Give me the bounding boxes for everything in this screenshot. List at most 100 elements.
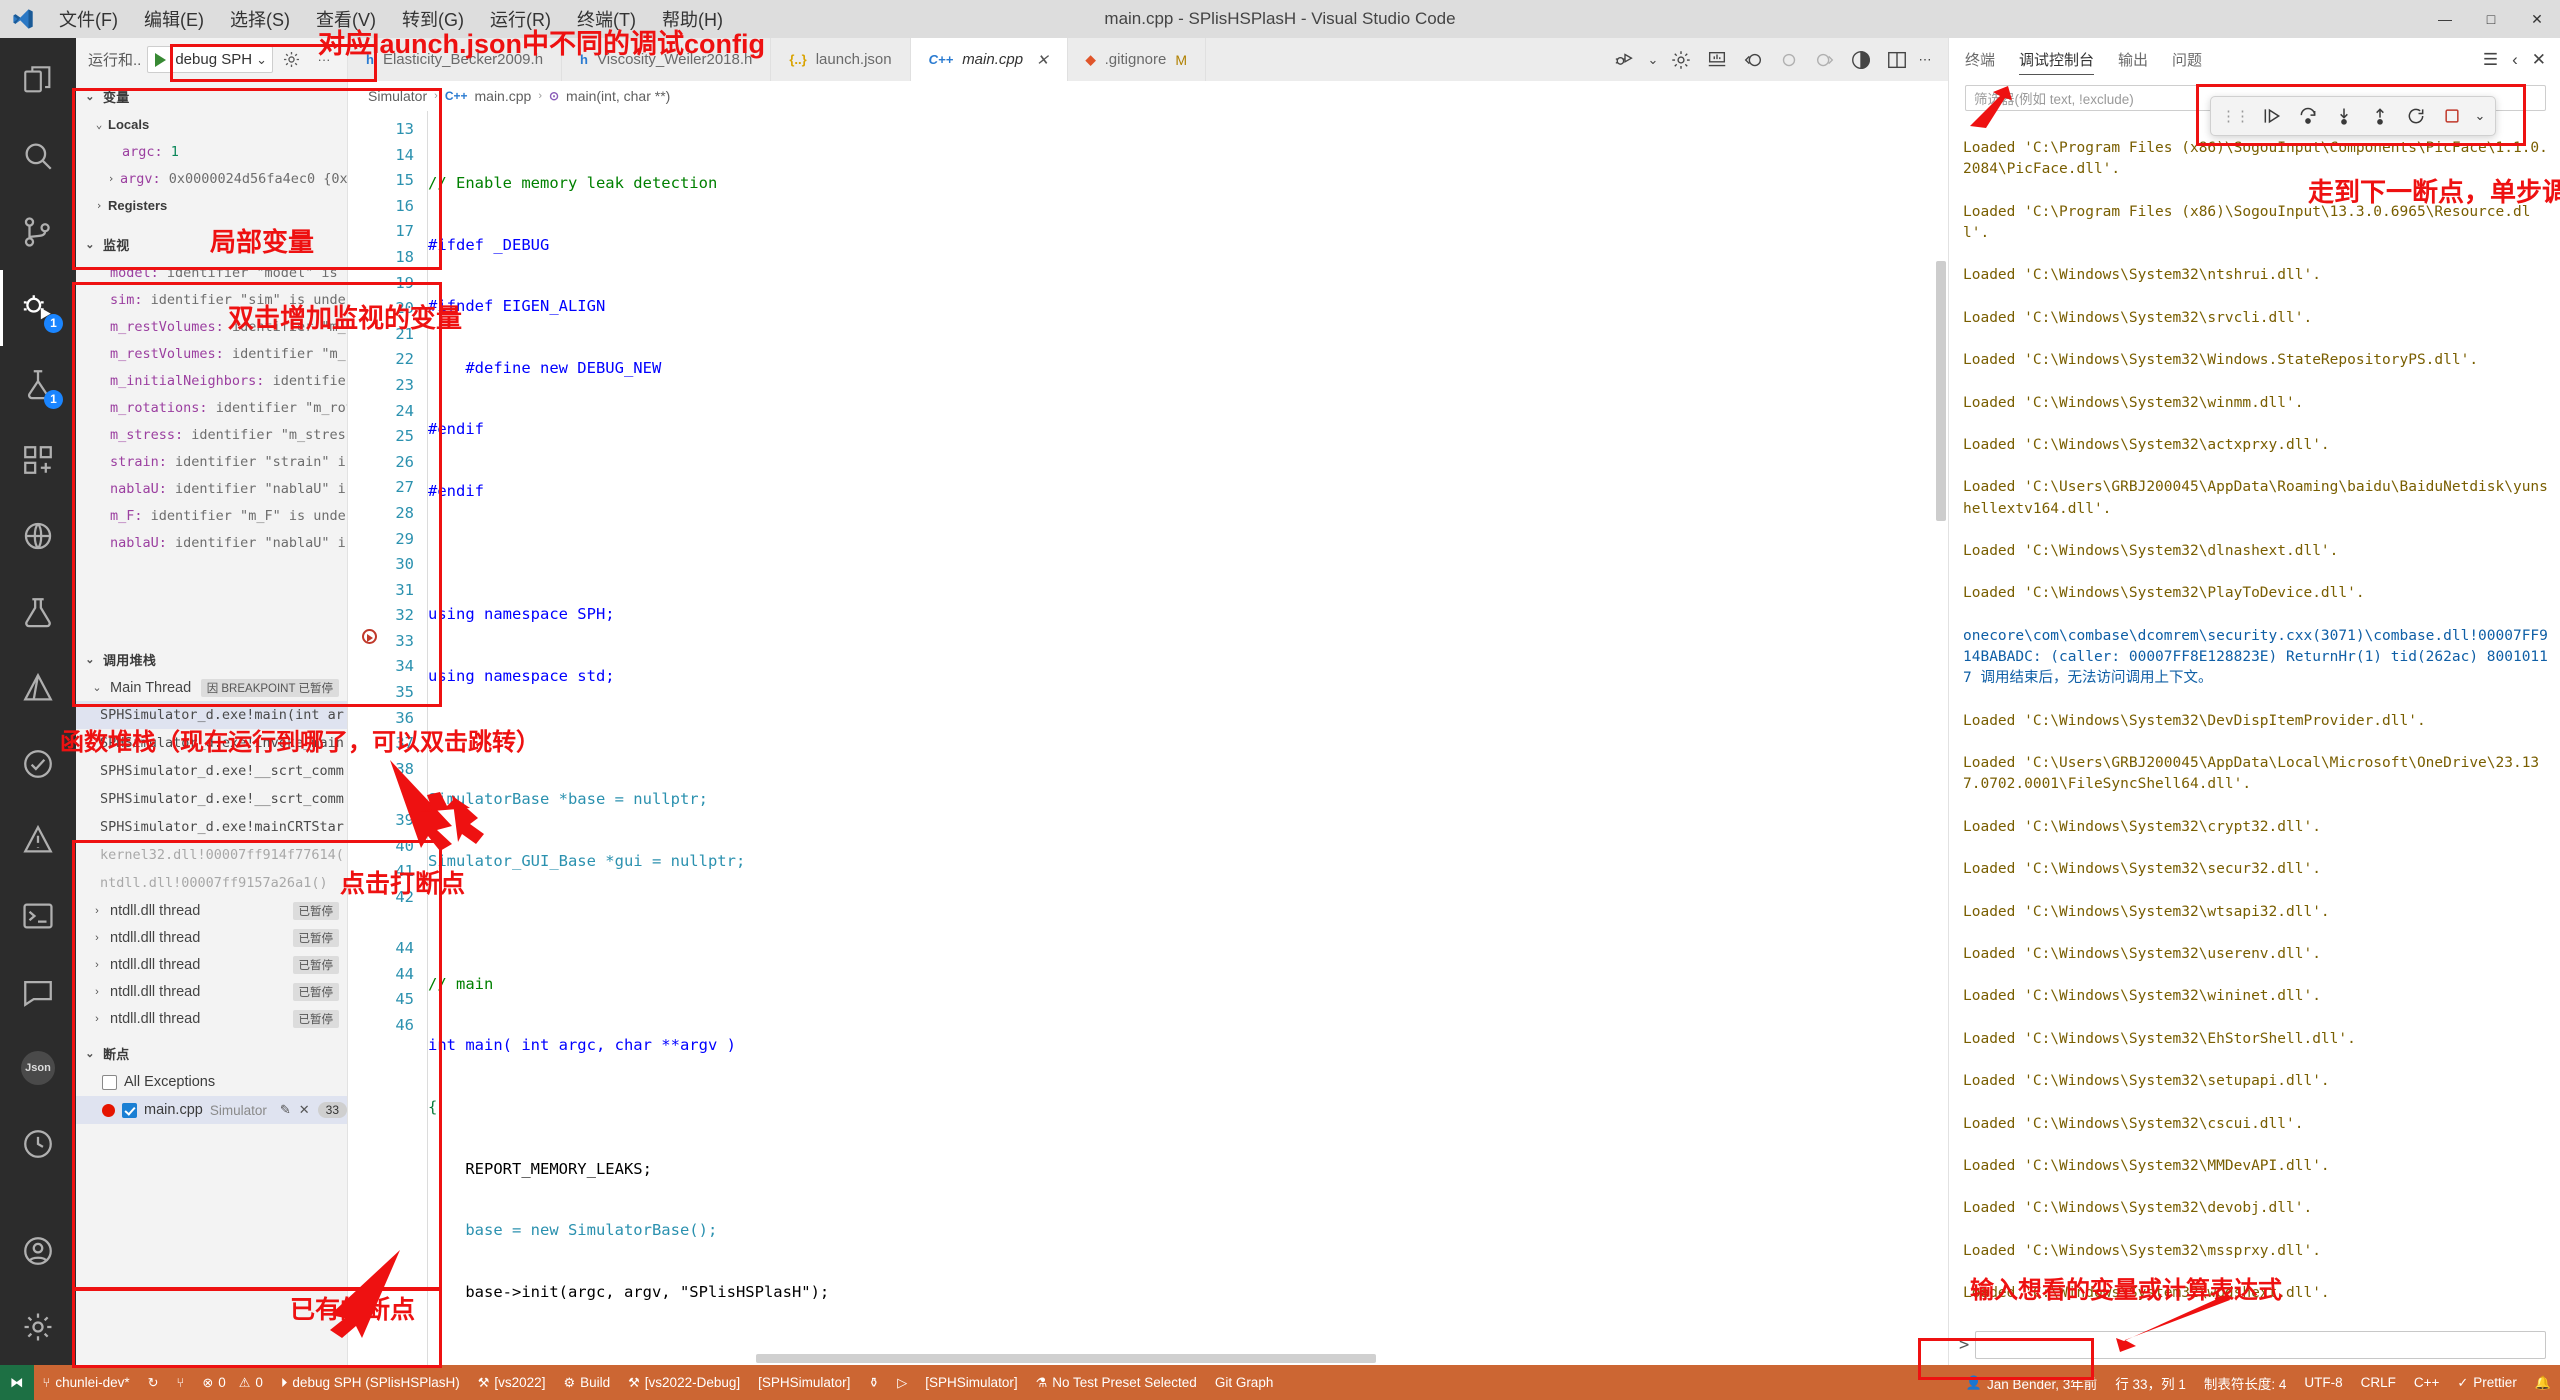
status-test-preset[interactable]: ⚗ No Test Preset Selected xyxy=(1027,1365,1206,1400)
step-out-button[interactable] xyxy=(2363,99,2397,133)
edit-icon[interactable]: ✎ xyxy=(280,1102,291,1118)
breakpoint-item[interactable]: main.cpp Simulator ✎ ✕ 33 xyxy=(76,1096,347,1124)
status-notifications[interactable]: 🔔 xyxy=(2526,1365,2560,1400)
activity-search[interactable] xyxy=(0,118,76,194)
scrollbar-thumb[interactable] xyxy=(756,1354,1376,1363)
activity-source-control[interactable] xyxy=(0,194,76,270)
activity-cmake[interactable] xyxy=(0,650,76,726)
watch-row[interactable]: m_F: identifier "m_F" is undef... xyxy=(76,502,347,529)
chevron-right-icon[interactable]: › xyxy=(88,1013,106,1025)
chevron-right-icon[interactable]: › xyxy=(88,905,106,917)
status-indentation[interactable]: 制表符长度: 4 xyxy=(2195,1365,2296,1400)
maximize-button[interactable]: □ xyxy=(2468,0,2514,38)
editor-vertical-scrollbar[interactable] xyxy=(1934,111,1948,1365)
chevron-down-icon[interactable]: ⌄ xyxy=(82,238,98,251)
run-and-debug-icon[interactable] xyxy=(1608,43,1642,77)
menu-run[interactable]: 运行(R) xyxy=(477,2,564,36)
split-editor-icon[interactable] xyxy=(1880,43,1914,77)
stack-frame[interactable]: SPHSimulator_d.exe!__scrt_comm xyxy=(76,785,347,813)
step-forward-icon[interactable] xyxy=(1808,43,1842,77)
status-debug-target[interactable]: ⚱ xyxy=(859,1365,888,1400)
tab-terminal[interactable]: 终端 xyxy=(1965,38,1995,81)
watch-row[interactable]: m_rotations: identifier "m_rot... xyxy=(76,394,347,421)
watch-row[interactable]: nablaU: identifier "nablaU" is... xyxy=(76,475,347,502)
watch-row[interactable]: m_initialNeighbors: identifier... xyxy=(76,367,347,394)
more-actions-icon[interactable]: ··· xyxy=(311,47,337,73)
debug-console-output[interactable]: Loaded 'C:\Program Files (x86)\SogouInpu… xyxy=(1949,115,2560,1325)
start-debug-icon[interactable] xyxy=(155,52,167,67)
menu-view[interactable]: 查看(V) xyxy=(303,2,389,36)
watch-row[interactable]: m_restVolumes: identifier "m_r... xyxy=(76,313,347,340)
debug-console-repl[interactable]: > xyxy=(1949,1325,2560,1365)
tree-row[interactable]: › Registers xyxy=(76,192,347,219)
drag-handle[interactable]: ⋮⋮ xyxy=(2217,107,2253,125)
chevron-right-icon[interactable]: › xyxy=(88,959,106,971)
activity-testing-beaker[interactable]: 1 xyxy=(0,346,76,422)
close-icon[interactable]: ✕ xyxy=(2532,50,2546,70)
launch-configuration-selector[interactable]: debug SPH ⌄ xyxy=(147,46,273,73)
tab-debug-console[interactable]: 调试控制台 xyxy=(2019,38,2095,81)
status-build[interactable]: ⚙ Build xyxy=(554,1365,619,1400)
chevron-down-icon[interactable]: ⌄ xyxy=(82,1047,98,1060)
activity-remote-explorer[interactable] xyxy=(0,498,76,574)
watch-row[interactable]: sim: identifier "sim" is undef... xyxy=(76,286,347,313)
breakpoint-actions[interactable]: ✎ ✕ 33 xyxy=(280,1102,347,1118)
status-language-mode[interactable]: C++ xyxy=(2405,1365,2449,1400)
activity-checks[interactable] xyxy=(0,726,76,802)
chevron-down-icon[interactable]: ⌄ xyxy=(90,118,108,131)
remote-indicator[interactable]: ⧓ xyxy=(0,1365,34,1400)
tab-gitignore[interactable]: ◆ .gitignore M xyxy=(1067,38,1207,81)
menu-selection[interactable]: 选择(S) xyxy=(217,2,303,36)
chevron-down-icon[interactable]: ⌄ xyxy=(256,52,270,68)
status-blame[interactable]: 👤 Jan Bender, 3年前 xyxy=(1957,1365,2107,1400)
breakpoint-glyph-icon[interactable] xyxy=(362,629,377,644)
stack-frame[interactable]: SPHSimulator_d.exe!invoke_main xyxy=(76,729,347,757)
breadcrumb-file[interactable]: main.cpp xyxy=(475,88,532,104)
scrollbar-thumb[interactable] xyxy=(1936,261,1946,521)
activity-extensions[interactable] xyxy=(0,422,76,498)
activity-testing[interactable] xyxy=(0,574,76,650)
step-icon[interactable] xyxy=(1772,43,1806,77)
watch-row[interactable]: nablaU: identifier "nablaU" is... xyxy=(76,529,347,556)
step-over-button[interactable] xyxy=(2291,99,2325,133)
close-icon[interactable]: ✕ xyxy=(299,1102,310,1118)
gear-icon[interactable] xyxy=(279,47,305,73)
variables-body[interactable]: ⌄ Locals argc: 1 › argv: 0x0000024d56fa4… xyxy=(76,111,347,219)
breakpoints-body[interactable]: All Exceptions main.cpp Simulator ✎ ✕ 33 xyxy=(76,1068,347,1124)
continue-button[interactable] xyxy=(2255,99,2289,133)
menu-file[interactable]: 文件(F) xyxy=(46,2,131,36)
menu-help[interactable]: 帮助(H) xyxy=(649,2,736,36)
clear-console-icon[interactable]: ☰ xyxy=(2483,50,2498,70)
thread-row-main[interactable]: ⌄ Main Thread 因 BREAKPOINT 已暂停 xyxy=(76,674,347,701)
breadcrumb-symbol[interactable]: main(int, char **) xyxy=(566,88,670,104)
chevron-down-icon[interactable]: ⌄ xyxy=(82,653,98,666)
stack-frame[interactable]: ntdll.dll!00007ff9157a26a1() xyxy=(76,869,347,897)
watch-row[interactable]: m_stress: identifier "m_stress... xyxy=(76,421,347,448)
tab-viscosity-weiler2018-h[interactable]: h Viscosity_Weiler2018.h xyxy=(562,38,772,81)
code-content[interactable]: // Enable memory leak detection #ifdef _… xyxy=(426,111,1948,1365)
step-back-icon[interactable] xyxy=(1736,43,1770,77)
window-controls[interactable]: — □ ✕ xyxy=(2422,0,2560,38)
breadcrumb-folder[interactable]: Simulator xyxy=(368,88,427,104)
activity-run-and-debug[interactable]: 1 xyxy=(0,270,76,346)
status-cursor-position[interactable]: 行 33，列 1 xyxy=(2106,1365,2195,1400)
build-icon[interactable] xyxy=(1700,43,1734,77)
close-button[interactable]: ✕ xyxy=(2514,0,2560,38)
editor-tab-actions[interactable]: ⌄ ⋯ xyxy=(1594,38,1948,81)
status-sync[interactable]: ↻ xyxy=(139,1365,168,1400)
tree-row[interactable]: ⌄ Locals xyxy=(76,111,347,138)
tab-launch-json[interactable]: {..} launch.json xyxy=(771,38,911,81)
status-cmake-kit[interactable]: ⚒ [vs2022] xyxy=(469,1365,555,1400)
watch-row[interactable]: strain: identifier "strain" is... xyxy=(76,448,347,475)
menu-edit[interactable]: 编辑(E) xyxy=(131,2,217,36)
chevron-down-icon[interactable]: ⌄ xyxy=(82,90,98,103)
thread-row[interactable]: › ntdll.dll thread 已暂停 xyxy=(76,978,347,1005)
restart-button[interactable] xyxy=(2399,99,2433,133)
status-launch-target-name[interactable]: [SPHSimulator] xyxy=(916,1365,1026,1400)
stop-button[interactable] xyxy=(2435,99,2469,133)
preview-icon[interactable] xyxy=(1844,43,1878,77)
tree-row[interactable]: argc: 1 xyxy=(76,138,347,165)
callstack-header[interactable]: ⌄ 调用堆栈 xyxy=(76,644,347,674)
status-prettier[interactable]: ✓ Prettier xyxy=(2448,1365,2525,1400)
activity-account[interactable] xyxy=(0,1213,76,1289)
